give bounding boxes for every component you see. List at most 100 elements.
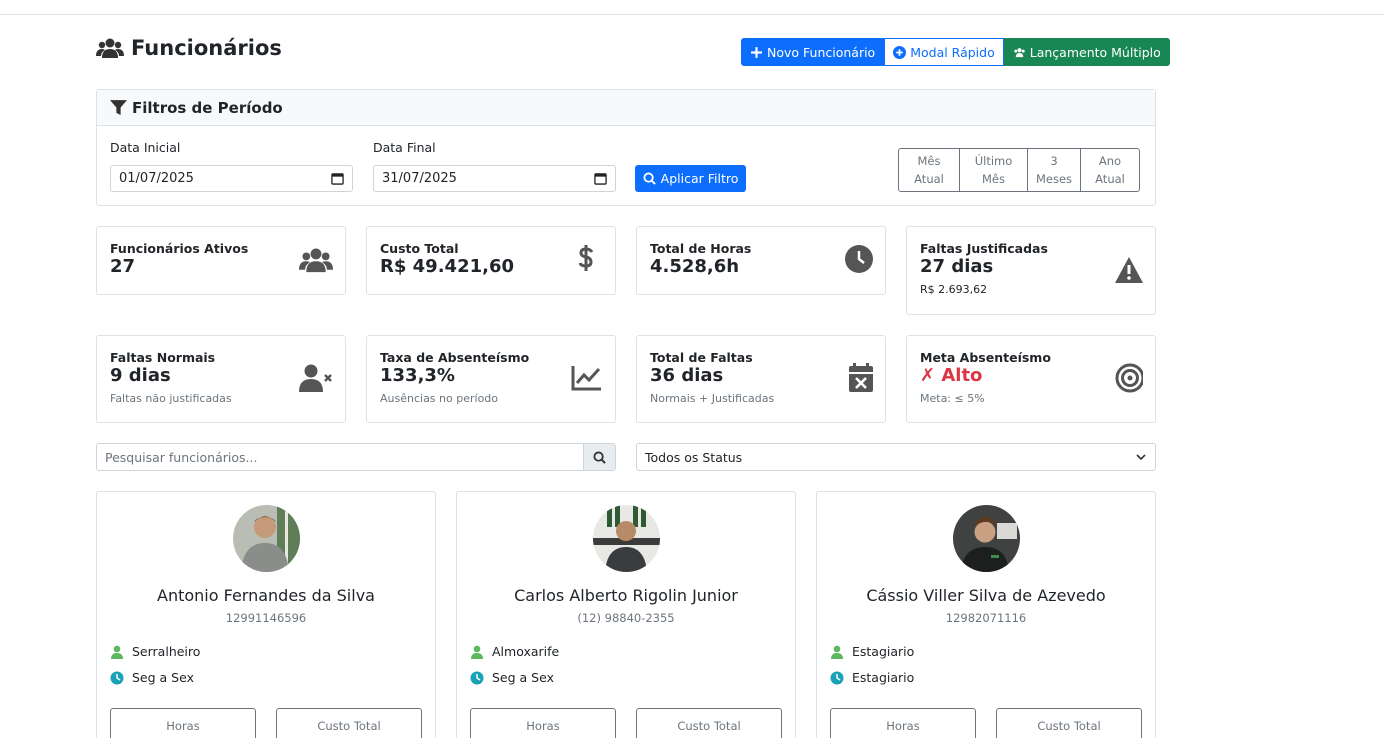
search-icon [593, 450, 606, 464]
hours-box: Horas [470, 708, 616, 738]
new-employee-label: Novo Funcionário [767, 44, 876, 60]
start-date-input[interactable]: 01/07/2025 [110, 165, 353, 192]
employee-phone: 12991146596 [225, 611, 307, 625]
period-filter-card: Filtros de Período Data Inicial 01/07/20… [96, 89, 1156, 206]
warning-icon [1115, 257, 1143, 283]
new-employee-button[interactable]: Novo Funcionário [741, 38, 885, 66]
employee-name: Cássio Viller Silva de Azevedo [866, 586, 1106, 605]
stat-label: Funcionários Ativos [110, 241, 249, 256]
employee-phone: (12) 98840-2355 [577, 611, 675, 625]
period-label-4a: Ano [1098, 154, 1122, 168]
cost-label: Custo Total [317, 719, 381, 733]
employee-role: Estagiario [830, 644, 914, 659]
employee-role: Almoxarife [470, 644, 559, 659]
employee-name: Carlos Alberto Rigolin Junior [514, 586, 738, 605]
user-icon [471, 645, 483, 659]
period-last-month-button[interactable]: Último Mês [960, 149, 1028, 191]
start-date-value: 01/07/2025 [119, 171, 194, 186]
search-icon [643, 172, 656, 185]
employee-schedule-label: Estagiario [852, 670, 915, 685]
plus-circle-icon [893, 45, 907, 59]
quick-modal-button[interactable]: Modal Rápido [884, 38, 1004, 66]
stat-label: Taxa de Absenteísmo [380, 350, 530, 365]
employee-role-label: Serralheiro [132, 644, 201, 659]
employee-phone: 12982071116 [945, 611, 1027, 625]
avatar [593, 505, 660, 572]
users-icon [299, 248, 333, 273]
search-input[interactable]: Pesquisar funcionários... [97, 444, 583, 470]
search-button[interactable] [583, 444, 615, 470]
dollar-icon [578, 245, 594, 271]
hours-label: Horas [886, 719, 920, 733]
filter-header: Filtros de Período [97, 90, 1155, 126]
stat-total-cost: Custo Total R$ 49.421,60 [366, 226, 616, 295]
cost-box: Custo Total [996, 708, 1142, 738]
stat-value: R$ 49.421,60 [380, 256, 514, 277]
employee-card[interactable]: Carlos Alberto Rigolin Junior (12) 98840… [456, 491, 796, 738]
filter-title: Filtros de Período [132, 98, 283, 117]
employee-schedule: Estagiario [830, 670, 914, 685]
page-header: Funcionários [96, 36, 282, 60]
filter-icon [110, 100, 127, 115]
stat-absenteeism-rate: Taxa de Absenteísmo 133,3% Ausências no … [366, 335, 616, 423]
user-icon [111, 645, 123, 659]
apply-filter-label: Aplicar Filtro [660, 171, 739, 186]
end-date-value: 31/07/2025 [382, 171, 457, 186]
avatar [233, 505, 300, 572]
employee-card[interactable]: Cássio Viller Silva de Azevedo 129820711… [816, 491, 1156, 738]
avatar-photo [953, 505, 1020, 572]
status-select[interactable]: Todos os Status [636, 443, 1156, 471]
stat-sub: Ausências no período [380, 392, 499, 405]
multi-entry-button[interactable]: Lançamento Múltiplo [1003, 38, 1170, 66]
avatar-photo [593, 505, 660, 572]
stat-justified-absences: Faltas Justificadas 27 dias R$ 2.693,62 [906, 226, 1156, 315]
chevron-down-icon [1136, 454, 1146, 461]
employee-schedule: Seg a Sex [470, 670, 554, 685]
hours-box: Horas [110, 708, 256, 738]
stat-value: 27 [110, 256, 136, 277]
clock-icon [470, 671, 484, 684]
period-current-year-button[interactable]: Ano Atual [1081, 149, 1139, 191]
stat-label: Faltas Normais [110, 350, 216, 365]
hours-label: Horas [526, 719, 560, 733]
end-date-input[interactable]: 31/07/2025 [373, 165, 616, 192]
stat-absenteeism-goal: Meta Absenteísmo ✗ Alto Meta: ≤ 5% [906, 335, 1156, 423]
stat-active-employees: Funcionários Ativos 27 [96, 226, 346, 295]
stat-normal-absences: Faltas Normais 9 dias Faltas não justifi… [96, 335, 346, 423]
top-divider [0, 14, 1384, 15]
period-label-1a: Mês [917, 154, 941, 168]
stat-label: Meta Absenteísmo [920, 350, 1051, 365]
clock-icon [845, 245, 873, 273]
apply-filter-button[interactable]: Aplicar Filtro [635, 165, 746, 192]
hours-label: Horas [166, 719, 200, 733]
stat-sub: Faltas não justificadas [110, 392, 232, 405]
employee-card[interactable]: Antonio Fernandes da Silva 12991146596 S… [96, 491, 436, 738]
clock-icon [110, 671, 124, 684]
stat-value: 27 dias [920, 256, 994, 277]
status-select-value: Todos os Status [645, 449, 743, 465]
users-icon [1014, 47, 1025, 57]
period-label-1b: Atual [914, 172, 944, 186]
cost-box: Custo Total [636, 708, 782, 738]
users-icon [96, 38, 124, 58]
plus-icon [751, 46, 762, 58]
period-label-2a: Último [974, 154, 1013, 168]
end-date-label: Data Final [373, 140, 436, 155]
stat-label: Total de Faltas [650, 350, 753, 365]
employee-schedule-label: Seg a Sex [492, 670, 554, 685]
period-3-months-button[interactable]: 3 Meses [1028, 149, 1081, 191]
period-label-3a: 3 [1050, 154, 1058, 168]
employee-role-label: Estagiario [852, 644, 915, 659]
period-current-month-button[interactable]: Mês Atual [899, 149, 960, 191]
chart-line-icon [571, 366, 601, 391]
user-x-icon [299, 364, 332, 392]
period-label-4b: Atual [1095, 172, 1125, 186]
stat-value-status: ✗ Alto [920, 365, 983, 386]
stat-label: Total de Horas [650, 241, 752, 256]
calendar-icon[interactable] [331, 172, 344, 185]
stat-label: Faltas Justificadas [920, 241, 1048, 256]
target-icon [1115, 363, 1143, 393]
cost-box: Custo Total [276, 708, 422, 738]
employee-schedule-label: Seg a Sex [132, 670, 194, 685]
calendar-icon[interactable] [594, 172, 607, 185]
